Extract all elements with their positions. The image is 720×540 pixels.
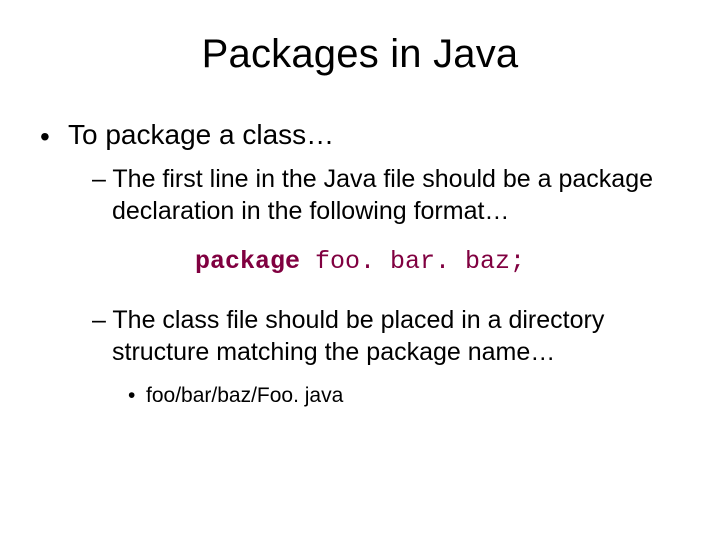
code-line: package foo. bar. baz; [36, 247, 684, 276]
bullet-dash-icon: – [92, 306, 112, 334]
code-rest: foo. bar. baz; [300, 247, 525, 276]
bullet-level3: •foo/bar/baz/Foo. java [128, 384, 684, 408]
bullet-dash-icon: – [92, 165, 112, 193]
bullet-level2: – The first line in the Java file should… [92, 163, 684, 227]
bullet-level2-text: The class file should be placed in a dir… [112, 306, 604, 366]
slide-title: Packages in Java [36, 32, 684, 77]
bullet-level1-text: To package a class… [68, 119, 334, 150]
code-keyword: package [195, 247, 300, 276]
bullet-level2-text: The first line in the Java file should b… [112, 165, 653, 225]
slide: Packages in Java •To package a class… – … [0, 0, 720, 540]
bullet-smalldot-icon: • [128, 384, 146, 408]
bullet-dot-icon: • [40, 121, 68, 153]
bullet-level2: – The class file should be placed in a d… [92, 304, 684, 368]
bullet-level3-text: foo/bar/baz/Foo. java [146, 384, 343, 407]
bullet-level1: •To package a class… [40, 119, 684, 153]
